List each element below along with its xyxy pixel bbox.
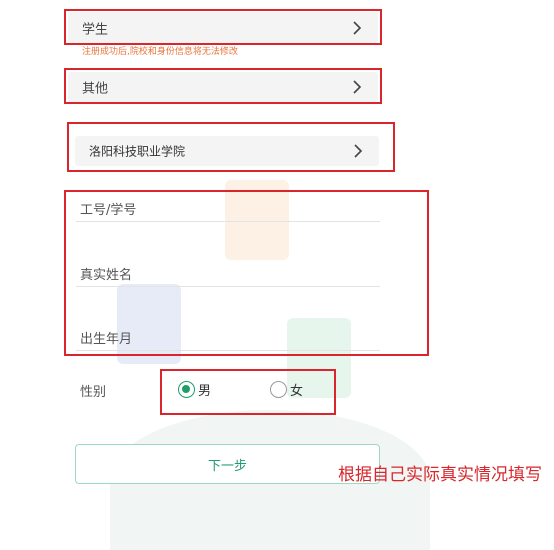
highlight-box-school <box>67 122 395 172</box>
highlight-box-gender <box>160 369 336 415</box>
gender-label: 性别 <box>80 385 107 400</box>
highlight-box-form <box>64 190 429 356</box>
highlight-box-identity <box>64 9 382 45</box>
highlight-box-other <box>64 68 382 104</box>
next-step-button[interactable]: 下一步 <box>75 444 380 484</box>
identity-note: 注册成功后,院校和身份信息将无法修改 <box>82 47 238 57</box>
annotation-text: 根据自己实际真实情况填写 <box>338 465 542 485</box>
